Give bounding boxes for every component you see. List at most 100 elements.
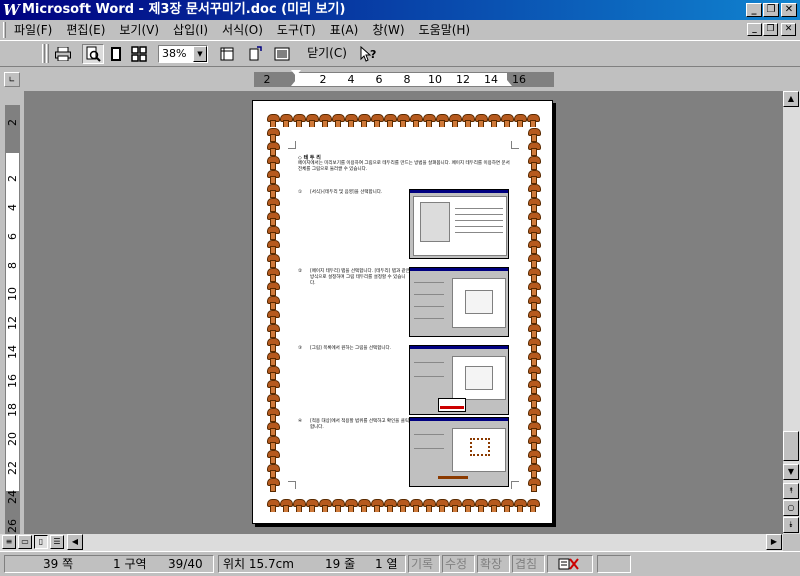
status-spelling[interactable] xyxy=(547,555,593,573)
border-motif-icon xyxy=(266,141,280,156)
border-motif-icon xyxy=(396,113,410,127)
step-number: ④ xyxy=(298,419,303,424)
border-motif-icon xyxy=(527,253,541,268)
border-motif-icon xyxy=(527,477,541,492)
select-browse-object-button[interactable]: ○ xyxy=(783,500,799,516)
border-motif-icon xyxy=(318,498,332,512)
multiple-pages-icon xyxy=(131,46,147,62)
border-motif-icon xyxy=(266,309,280,324)
border-motif-icon xyxy=(448,113,462,127)
border-motif-icon xyxy=(527,169,541,184)
ruler-tick-label: 4 xyxy=(347,73,355,86)
previous-page-button[interactable]: ⯭ xyxy=(783,483,799,499)
full-screen-icon xyxy=(274,47,290,61)
multiple-pages-button[interactable] xyxy=(128,44,150,64)
ruler-tick-label: 12 xyxy=(6,316,19,330)
menu-item[interactable]: 표(A) xyxy=(330,22,359,38)
vertical-scrollbar[interactable]: ▲ ▼ ⯭ ○ ⯯ xyxy=(783,91,800,534)
border-motif-icon xyxy=(279,113,293,127)
scroll-up-button[interactable]: ▲ xyxy=(783,91,799,107)
magnifier-button[interactable] xyxy=(82,44,104,64)
print-layout-view-button[interactable]: ▯ xyxy=(34,535,48,549)
full-screen-button[interactable] xyxy=(271,44,293,64)
border-motif-icon xyxy=(266,435,280,450)
menu-item[interactable]: 보기(V) xyxy=(119,22,159,38)
scroll-thumb[interactable] xyxy=(783,431,799,461)
border-motif-icon xyxy=(500,113,514,127)
border-motif-icon xyxy=(266,281,280,296)
border-motif-icon xyxy=(527,295,541,310)
right-indent-marker[interactable] xyxy=(502,80,512,86)
menu-item[interactable]: 창(W) xyxy=(372,22,404,38)
ruler-tick-label: 22 xyxy=(6,461,19,475)
word-app-icon[interactable]: W xyxy=(3,2,20,18)
close-window-button[interactable]: ✕ xyxy=(781,3,797,17)
first-line-indent-marker[interactable] xyxy=(291,70,301,76)
status-page-info[interactable]: 39 쪽 1 구역 39/40 xyxy=(4,555,214,573)
border-motif-icon xyxy=(266,267,280,282)
scroll-right-button[interactable]: ▶ xyxy=(766,534,782,550)
context-help-button[interactable]: ? xyxy=(358,44,380,64)
status-mode-extend[interactable]: 확장 xyxy=(477,555,510,573)
horizontal-scrollbar[interactable]: ≡ ▭ ▯ ☰ ◀ ▶ xyxy=(0,534,783,551)
ruler-tick-label: 16 xyxy=(6,374,19,388)
menu-item[interactable]: 도구(T) xyxy=(277,22,316,38)
web-layout-view-button[interactable]: ▭ xyxy=(18,535,32,549)
ruler-icon xyxy=(220,47,234,61)
border-motif-icon xyxy=(527,463,541,478)
help-pointer-icon: ? xyxy=(360,46,376,62)
border-motif-icon xyxy=(396,498,410,512)
shrink-to-fit-button[interactable] xyxy=(244,44,266,64)
preview-workspace[interactable]: ◇ 테 두 리 페이지에서는 미리보기를 이용하여 그림으로 테두리를 만드는 … xyxy=(24,91,783,534)
menu-item[interactable]: 삽입(I) xyxy=(173,22,208,38)
status-position-info[interactable]: 위치 15.7cm 19 줄 1 열 xyxy=(218,555,406,573)
ruler-tick-label: 14 xyxy=(6,345,19,359)
ruler-tick-label: 16 xyxy=(512,73,526,86)
zoom-combo[interactable]: 38% ▼ xyxy=(158,45,208,63)
border-motif-icon xyxy=(383,113,397,127)
outline-view-button[interactable]: ☰ xyxy=(50,535,64,549)
menu-item[interactable]: 서식(O) xyxy=(222,22,263,38)
scroll-left-button[interactable]: ◀ xyxy=(67,534,83,550)
toolbar-grip[interactable] xyxy=(42,44,45,63)
ruler-tick-label: 24 xyxy=(6,490,19,504)
vertical-ruler[interactable]: 2 2 4 6 8 10 12 14 16 18 20 22 24 26 xyxy=(5,105,20,534)
status-mode-record[interactable]: 기록 xyxy=(408,555,440,573)
view-ruler-button[interactable] xyxy=(216,44,238,64)
left-indent-marker[interactable] xyxy=(291,80,301,86)
print-button[interactable] xyxy=(52,44,74,64)
border-motif-icon xyxy=(279,498,293,512)
normal-view-button[interactable]: ≡ xyxy=(2,535,16,549)
restore-button[interactable]: ❐ xyxy=(763,3,779,17)
next-page-button[interactable]: ⯯ xyxy=(783,517,799,533)
tab-selector[interactable]: ∟ xyxy=(4,72,20,87)
chevron-down-icon[interactable]: ▼ xyxy=(193,46,207,62)
border-motif-icon xyxy=(266,351,280,366)
spelling-book-icon xyxy=(558,558,579,570)
menu-grip[interactable] xyxy=(3,22,6,38)
document-page[interactable]: ◇ 테 두 리 페이지에서는 미리보기를 이용하여 그림으로 테두리를 만드는 … xyxy=(252,100,553,524)
left-margin-area xyxy=(255,73,295,86)
scroll-down-button[interactable]: ▼ xyxy=(783,464,799,480)
doc-restore-button[interactable]: ❐ xyxy=(763,23,778,36)
border-motif-icon xyxy=(461,498,475,512)
border-motif-icon xyxy=(266,155,280,170)
menu-item[interactable]: 파일(F) xyxy=(14,22,52,38)
preview-toolbar: 38% ▼ 닫기(C) ? xyxy=(0,40,800,67)
menu-item[interactable]: 도움말(H) xyxy=(419,22,471,38)
toolbar-grip-2[interactable] xyxy=(46,44,49,63)
step-number: ③ xyxy=(298,346,303,351)
one-page-button[interactable] xyxy=(105,44,127,64)
doc-close-button[interactable]: ✕ xyxy=(781,23,796,36)
menu-item[interactable]: 편집(E) xyxy=(66,22,105,38)
screenshot-thumbnail-4 xyxy=(409,417,509,487)
border-motif-icon xyxy=(527,407,541,422)
border-motif-icon xyxy=(527,141,541,156)
doc-minimize-button[interactable]: _ xyxy=(747,23,762,36)
status-page: 39 쪽 xyxy=(43,557,74,571)
status-mode-track[interactable]: 수정 xyxy=(442,555,475,573)
border-motif-icon xyxy=(266,449,280,464)
close-preview-button[interactable]: 닫기(C) xyxy=(300,45,354,64)
minimize-button[interactable]: _ xyxy=(746,3,762,17)
status-mode-overtype[interactable]: 겹침 xyxy=(512,555,545,573)
